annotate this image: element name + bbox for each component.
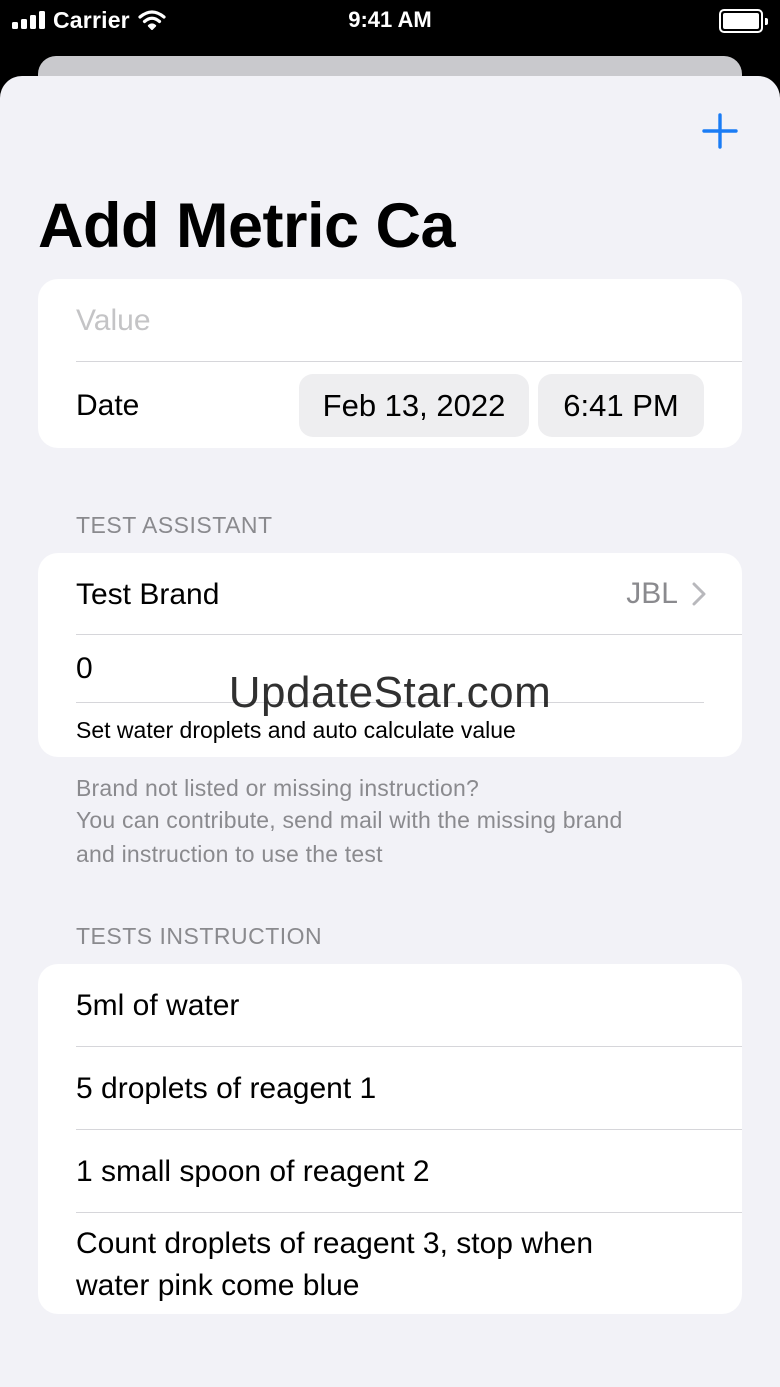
time-picker-button[interactable]: 6:41 PM <box>538 374 704 437</box>
footer-line: You can contribute, send mail with the m… <box>76 807 623 833</box>
instruction-item: 5 droplets of reagent 1 <box>76 1072 377 1105</box>
battery-icon <box>719 9 768 33</box>
test-brand-value[interactable]: JBL <box>626 577 706 611</box>
divider <box>76 634 742 635</box>
add-button[interactable] <box>696 108 744 154</box>
divider <box>76 361 742 362</box>
divider <box>76 1046 742 1047</box>
test-assistant-card: Test Brand JBL Set water droplets and au… <box>38 553 742 757</box>
instruction-item: 1 small spoon of reagent 2 <box>76 1155 430 1188</box>
test-brand-label: Test Brand <box>76 578 220 611</box>
instruction-item: 5ml of water <box>76 989 240 1022</box>
test-brand-selected: JBL <box>626 577 678 610</box>
date-picker-button[interactable]: Feb 13, 2022 <box>299 374 529 437</box>
chevron-right-icon <box>692 582 706 606</box>
entry-card: Date Feb 13, 2022 6:41 PM <box>38 279 742 448</box>
footer-line: and instruction to use the test <box>76 841 383 867</box>
droplets-helper-text: Set water droplets and auto calculate va… <box>76 717 516 743</box>
divider <box>76 1212 742 1213</box>
test-brand-row[interactable]: Test Brand <box>76 573 602 617</box>
section-header-tests-instruction: TESTS INSTRUCTION <box>76 923 323 949</box>
watermark-text: UpdateStar.com <box>228 668 552 717</box>
section-header-test-assistant: TEST ASSISTANT <box>76 512 273 538</box>
instruction-item: Count droplets of reagent 3, stop when w… <box>76 1227 594 1302</box>
test-assistant-footer: Brand not listed or missing instruction?… <box>76 772 716 870</box>
page-title: Add Metric Ca <box>38 191 456 261</box>
divider <box>76 1129 742 1130</box>
footer-line: Brand not listed or missing instruction? <box>76 775 480 801</box>
status-bar: Carrier 9:41 AM <box>0 0 780 44</box>
status-time: 9:41 AM <box>348 7 432 32</box>
value-input[interactable] <box>76 299 696 343</box>
tests-instruction-card: 5ml of water 5 droplets of reagent 1 1 s… <box>38 964 742 1314</box>
plus-icon <box>702 113 738 149</box>
